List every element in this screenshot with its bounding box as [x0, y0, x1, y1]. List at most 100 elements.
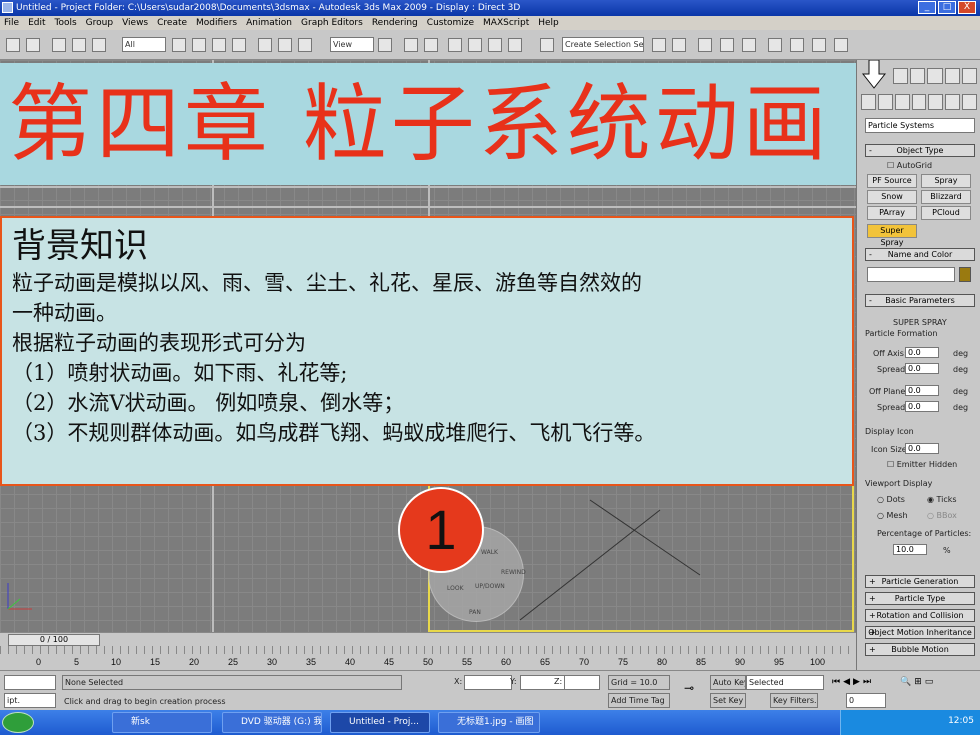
menu-maxscript[interactable]: MAXScript: [483, 16, 529, 30]
parray-button[interactable]: PArray: [867, 206, 917, 220]
bbox-radio[interactable]: ○ BBox: [927, 510, 957, 521]
track-bar[interactable]: 0 5 10 15 20 25 30 35 40 45 50 55 60 65 …: [0, 646, 856, 670]
unlink-icon[interactable]: [72, 38, 86, 52]
redo-icon[interactable]: [26, 38, 40, 52]
basic-parameters-rollout[interactable]: - Basic Parameters: [865, 294, 975, 307]
viewport-navigation-controls[interactable]: 🔍⊞▭: [900, 677, 936, 687]
auto-key-button[interactable]: Auto Key: [710, 675, 746, 690]
schematic-view-icon[interactable]: [742, 38, 756, 52]
off-axis-spinner[interactable]: 0.0: [905, 347, 939, 358]
keyboard-shortcut-icon[interactable]: [424, 38, 438, 52]
maxscript-listener-box[interactable]: [4, 675, 56, 690]
menu-customize[interactable]: Customize: [427, 16, 474, 30]
key-filters-button[interactable]: Key Filters...: [770, 693, 818, 708]
systems-icon[interactable]: [962, 94, 978, 110]
name-and-color-rollout[interactable]: - Name and Color: [865, 248, 975, 261]
window-crossing-icon[interactable]: [232, 38, 246, 52]
select-object-icon[interactable]: [172, 38, 186, 52]
time-slider[interactable]: 0 / 100: [8, 634, 100, 646]
object-name-input[interactable]: [867, 267, 955, 282]
display-floater-icon[interactable]: [893, 68, 909, 84]
rendered-frame-window-icon[interactable]: [812, 38, 826, 52]
object-type-rollout[interactable]: - Object Type: [865, 144, 975, 157]
cameras-icon[interactable]: [911, 94, 927, 110]
quick-render-icon[interactable]: [834, 38, 848, 52]
off-plane-spinner[interactable]: 0.0: [905, 385, 939, 396]
minimize-button[interactable]: _: [918, 1, 936, 14]
menu-graph-editors[interactable]: Graph Editors: [301, 16, 363, 30]
key-mode-select[interactable]: Selected: [746, 675, 824, 690]
spread-plane-spinner[interactable]: 0.0: [905, 401, 939, 412]
render-icon[interactable]: [944, 68, 960, 84]
align-icon[interactable]: [672, 38, 686, 52]
bind-space-warp-icon[interactable]: [92, 38, 106, 52]
snow-button[interactable]: Snow: [867, 190, 917, 204]
menu-rendering[interactable]: Rendering: [372, 16, 418, 30]
icon-size-spinner[interactable]: 0.0: [905, 443, 939, 454]
blizzard-button[interactable]: Blizzard: [921, 190, 971, 204]
rotate-icon[interactable]: [278, 38, 292, 52]
layer-manager-icon[interactable]: [698, 38, 712, 52]
category-select[interactable]: Particle Systems: [865, 118, 975, 133]
menu-group[interactable]: Group: [86, 16, 113, 30]
move-icon[interactable]: [258, 38, 272, 52]
z-coordinate-field[interactable]: [564, 675, 600, 690]
ticks-radio[interactable]: ◉ Ticks: [927, 494, 957, 505]
spray-button[interactable]: Spray: [921, 174, 971, 188]
snaps-toggle-icon[interactable]: [448, 38, 462, 52]
render-setup-icon[interactable]: [790, 38, 804, 52]
maxscript-mini-input[interactable]: ipt.: [4, 693, 56, 708]
lights-icon[interactable]: [894, 94, 910, 110]
super-spray-button[interactable]: Super Spray: [867, 224, 917, 247]
manipulate-icon[interactable]: [404, 38, 418, 52]
object-motion-inheritance-rollout[interactable]: + Object Motion Inheritance: [865, 626, 975, 639]
start-button[interactable]: [2, 712, 34, 733]
particle-generation-rollout[interactable]: + Particle Generation: [865, 575, 975, 588]
percentage-spinner[interactable]: 10.0: [893, 544, 927, 555]
taskbar-item[interactable]: Untitled - Proj...: [330, 712, 430, 733]
taskbar-item[interactable]: 无标题1.jpg - 画图: [438, 712, 540, 733]
selection-filter-select[interactable]: All: [122, 37, 166, 52]
menu-views[interactable]: Views: [122, 16, 148, 30]
angle-snap-icon[interactable]: [468, 38, 482, 52]
curve-editor-icon[interactable]: [720, 38, 734, 52]
percent-snap-icon[interactable]: [488, 38, 502, 52]
set-key-button[interactable]: Set Key: [710, 693, 746, 708]
particle-type-rollout[interactable]: + Particle Type: [865, 592, 975, 605]
current-frame-field[interactable]: 0: [846, 693, 886, 708]
spread-spinner[interactable]: 0.0: [905, 363, 939, 374]
menu-edit[interactable]: Edit: [28, 16, 45, 30]
scale-icon[interactable]: [298, 38, 312, 52]
space-warps-icon[interactable]: [945, 94, 961, 110]
menu-create[interactable]: Create: [157, 16, 187, 30]
mesh-radio[interactable]: ○ Mesh: [877, 510, 908, 521]
material-editor-icon[interactable]: [768, 38, 782, 52]
playback-controls[interactable]: ⏮◀▶⏭: [832, 677, 874, 687]
autogrid-checkbox[interactable]: ☐ AutoGrid: [887, 160, 932, 171]
utilities-icon[interactable]: [910, 68, 926, 84]
taskbar-item[interactable]: DVD 驱动器 (G:) 我...: [222, 712, 322, 733]
pf-source-button[interactable]: PF Source: [867, 174, 917, 188]
bubble-motion-rollout[interactable]: + Bubble Motion: [865, 643, 975, 656]
helpers-icon[interactable]: [928, 94, 944, 110]
menu-help[interactable]: Help: [538, 16, 559, 30]
taskbar-item[interactable]: 新sk: [112, 712, 212, 733]
menu-animation[interactable]: Animation: [246, 16, 292, 30]
add-time-tag-button[interactable]: Add Time Tag: [608, 693, 670, 708]
menu-tools[interactable]: Tools: [55, 16, 77, 30]
key-icon[interactable]: ⊸: [684, 681, 694, 695]
dots-radio[interactable]: ○ Dots: [877, 494, 905, 505]
pivot-center-icon[interactable]: [378, 38, 392, 52]
mirror-icon[interactable]: [652, 38, 666, 52]
geometry-icon[interactable]: [861, 94, 876, 110]
rectangular-selection-icon[interactable]: [212, 38, 226, 52]
spinner-snap-icon[interactable]: [508, 38, 522, 52]
object-color-swatch[interactable]: [959, 267, 971, 282]
select-by-name-icon[interactable]: [192, 38, 206, 52]
display-icon[interactable]: [927, 68, 943, 84]
edit-named-selection-icon[interactable]: [540, 38, 554, 52]
shapes-icon[interactable]: [877, 94, 893, 110]
named-selection-set-select[interactable]: Create Selection Set: [562, 37, 644, 52]
menu-file[interactable]: File: [4, 16, 19, 30]
emitter-hidden-checkbox[interactable]: ☐ Emitter Hidden: [887, 459, 957, 470]
